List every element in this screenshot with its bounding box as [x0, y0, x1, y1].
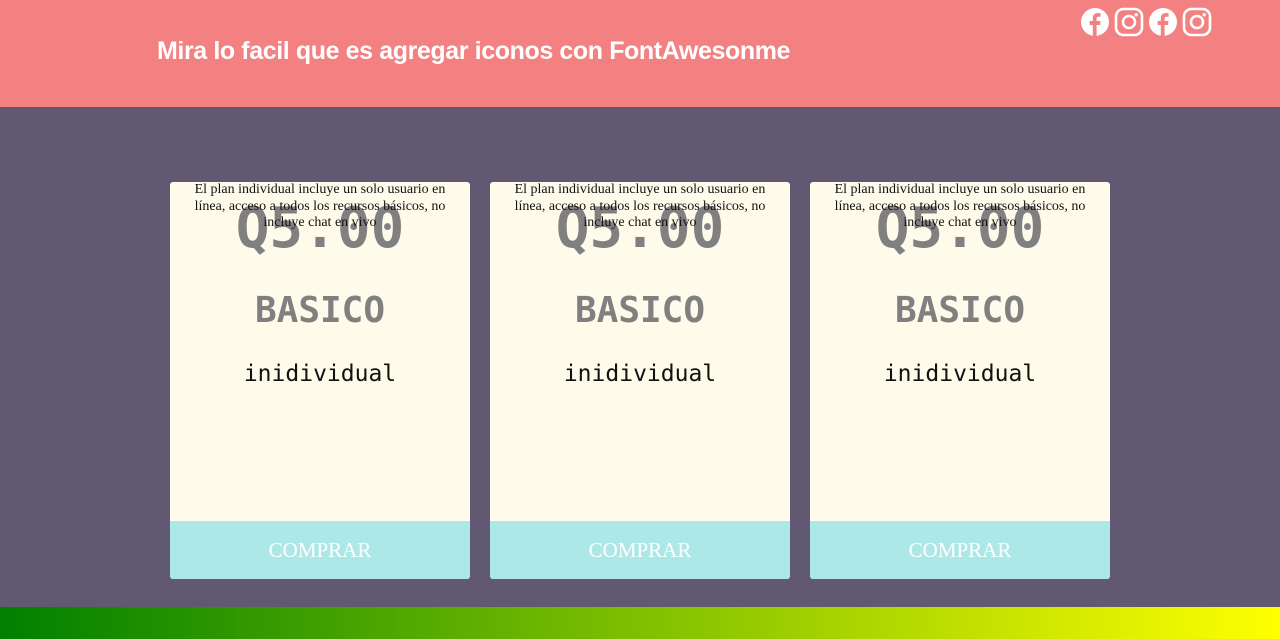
pricing-card: Q5.00 BASICO inidividual El plan individ… — [170, 182, 470, 579]
plan-description: El plan individual incluye un solo usuar… — [834, 182, 1086, 230]
page-title: Mira lo facil que es agregar iconos con … — [157, 37, 791, 65]
instagram-icon[interactable] — [1182, 7, 1212, 37]
facebook-icon[interactable] — [1080, 7, 1110, 37]
plan-type: inidividual — [243, 361, 397, 387]
plan-description: El plan individual incluye un solo usuar… — [194, 182, 446, 230]
header: Mira lo facil que es agregar iconos con … — [0, 0, 1280, 107]
pricing-card: Q5.00 BASICO inidividual El plan individ… — [810, 182, 1110, 579]
social-links — [1080, 7, 1212, 37]
instagram-icon[interactable] — [1114, 7, 1144, 37]
buy-button[interactable]: COMPRAR — [170, 521, 470, 579]
buy-button[interactable]: COMPRAR — [810, 521, 1110, 579]
plan-type: inidividual — [883, 361, 1037, 387]
facebook-icon[interactable] — [1148, 7, 1178, 37]
pricing-card: Q5.00 BASICO inidividual El plan individ… — [490, 182, 790, 579]
plan-name: BASICO — [894, 290, 1026, 331]
plan-type: inidividual — [563, 361, 717, 387]
buy-button[interactable]: COMPRAR — [490, 521, 790, 579]
plan-name: BASICO — [254, 290, 386, 331]
plan-name: BASICO — [574, 290, 706, 331]
footer-gradient-bar — [0, 607, 1280, 639]
plan-description: El plan individual incluye un solo usuar… — [514, 182, 766, 230]
